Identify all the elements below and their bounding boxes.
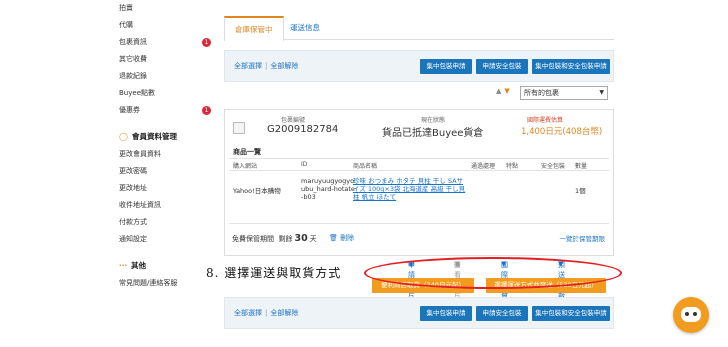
sidebar-item-auction[interactable]: 拍賣: [112, 0, 216, 17]
select-all-link[interactable]: 全部選擇: [234, 309, 262, 317]
sidebar-item-label: 優惠券: [119, 106, 140, 114]
selection-links: 全部選擇 | 全部解除: [234, 62, 299, 70]
item-qty: 1個: [575, 187, 586, 195]
sidebar: 拍賣 代購 包裹資訊 1 其它收費 退款紀錄 Buyee點數 優惠券 1 ◯ 會員資料…: [112, 0, 216, 292]
col-site: 購入網站: [233, 163, 258, 170]
chat-support-button[interactable]: [673, 297, 709, 333]
dots-icon: ⋯: [119, 261, 127, 270]
col-safe: 安全包裝: [541, 163, 566, 170]
main-content: 倉庫保管中 運送信息 全部選擇 | 全部解除 集中包裝申請 申請安全包裝 集中包裝和…: [224, 16, 614, 329]
storage-footer: 免費保管期間 剩餘 30 天 🗑 刪除 一覽於保管期限: [229, 227, 609, 249]
sidebar-item-label: Buyee點數: [119, 89, 155, 97]
fee-value: 1,400日元(408台幣): [521, 127, 603, 137]
sidebar-item-label: 包裹資訊: [119, 38, 147, 46]
selection-links: 全部選擇 | 全部解除: [234, 309, 299, 317]
deselect-all-link[interactable]: 全部解除: [270, 309, 298, 317]
notification-badge: 1: [202, 38, 211, 47]
items-heading: 商品一覽: [233, 148, 261, 156]
sidebar-item-faq[interactable]: 常見問題/連絡客服: [112, 275, 216, 292]
robot-icon: [681, 307, 701, 322]
status-label: 現在狀態: [421, 117, 446, 124]
free-storage: 免費保管期間 剩餘 30 天: [232, 233, 317, 244]
col-feature: 特點: [506, 163, 519, 170]
step-annotation: 8. 選擇運送與取貨方式: [206, 266, 342, 280]
package-no-value: G2009182784: [267, 124, 339, 135]
deselect-all-link[interactable]: 全部解除: [270, 62, 298, 70]
sidebar-item-proxy[interactable]: 代購: [112, 17, 216, 34]
sidebar-item-notifications[interactable]: 通知設定: [112, 231, 216, 248]
notification-badge: 1: [202, 106, 211, 115]
item-id: maruyuugyogyoubu_hard-hotate-b03: [301, 177, 355, 201]
safe-packing-button[interactable]: 申請安全包裝: [476, 306, 528, 321]
trash-icon: 🗑: [329, 234, 338, 242]
col-qty: 數量: [575, 163, 588, 170]
sidebar-item-refunds[interactable]: 退款紀錄: [112, 68, 216, 85]
col-name: 商品名稱: [353, 163, 378, 170]
sidebar-item-payment[interactable]: 付款方式: [112, 214, 216, 231]
col-id: ID: [301, 161, 308, 168]
tab-warehouse[interactable]: 倉庫保管中: [224, 16, 284, 41]
other-section-heading: ⋯ 其他: [119, 261, 146, 270]
sidebar-item-label: 拍賣: [119, 4, 133, 12]
sidebar-item-points[interactable]: Buyee點數: [112, 85, 216, 102]
col-process: 通過處理: [471, 163, 496, 170]
highlight-ellipse: [364, 257, 622, 289]
sidebar-item-label: 退款紀錄: [119, 72, 147, 80]
package-card: 包裹編號 G2009182784 現在狀態 貨品已抵達Buyee貨倉 國際運費估…: [224, 109, 614, 256]
item-site: Yahoo!日本購物: [233, 187, 281, 195]
sidebar-item-packages[interactable]: 包裹資訊 1: [112, 34, 216, 51]
sidebar-item-shipping-address[interactable]: 收件地址資訊: [112, 197, 216, 214]
action-bar-top: 全部選擇 | 全部解除 集中包裝申請 申請安全包裝 集中包裝和安全包裝申請: [224, 50, 614, 82]
tab-bar: 倉庫保管中 運送信息: [224, 16, 614, 41]
consolidate-safe-button[interactable]: 集中包裝和安全包裝申請: [532, 306, 610, 321]
delete-link[interactable]: 🗑 刪除: [329, 233, 354, 243]
sidebar-item-coupons[interactable]: 優惠券 1: [112, 102, 216, 119]
sidebar-item-label: 代購: [119, 21, 133, 29]
sort-up-icon[interactable]: ▲: [496, 87, 501, 95]
sidebar-item-label: 其它收費: [119, 55, 147, 63]
sidebar-item-change-password[interactable]: 更改密碼: [112, 163, 216, 180]
consolidate-button[interactable]: 集中包裝申請: [420, 59, 472, 74]
tab-shipping-info[interactable]: 運送信息: [280, 16, 330, 40]
user-icon: ◯: [119, 132, 128, 141]
sort-row: ▲ ▼ 所有的包裹 ▼: [224, 84, 614, 104]
status-value: 貨品已抵達Buyee貨倉: [382, 128, 484, 139]
storage-history-link[interactable]: 一覽於保管期限: [560, 233, 606, 243]
sort-down-icon[interactable]: ▼: [504, 87, 509, 95]
sort-arrows[interactable]: ▲ ▼: [496, 87, 510, 95]
chevron-down-icon: ▼: [599, 89, 604, 96]
action-bar-bottom: 全部選擇 | 全部解除 集中包裝申請 申請安全包裝 集中包裝和安全包裝申請: [224, 297, 614, 329]
sidebar-item-other-fees[interactable]: 其它收費: [112, 51, 216, 68]
consolidate-button[interactable]: 集中包裝申請: [420, 306, 472, 321]
consolidate-safe-button[interactable]: 集中包裝和安全包裝申請: [532, 59, 610, 74]
member-section-heading: ◯ 會員資料管理: [119, 132, 177, 141]
package-filter-select[interactable]: 所有的包裹 ▼: [520, 86, 608, 100]
remaining-days: 30: [294, 233, 308, 244]
sidebar-item-edit-profile[interactable]: 更改會員資料: [112, 146, 216, 163]
package-checkbox[interactable]: [233, 122, 245, 134]
package-no-label: 包裹編號: [281, 117, 306, 124]
select-all-link[interactable]: 全部選擇: [234, 62, 262, 70]
item-name-link[interactable]: 珍味 おつまみ ホタテ 貝柱 干し SAサイズ 100g×3袋 北海道産 高級 …: [353, 177, 469, 201]
sidebar-item-change-address[interactable]: 更改地址: [112, 180, 216, 197]
safe-packing-button[interactable]: 申請安全包裝: [476, 59, 528, 74]
fee-label: 國際運費估算: [527, 117, 564, 124]
